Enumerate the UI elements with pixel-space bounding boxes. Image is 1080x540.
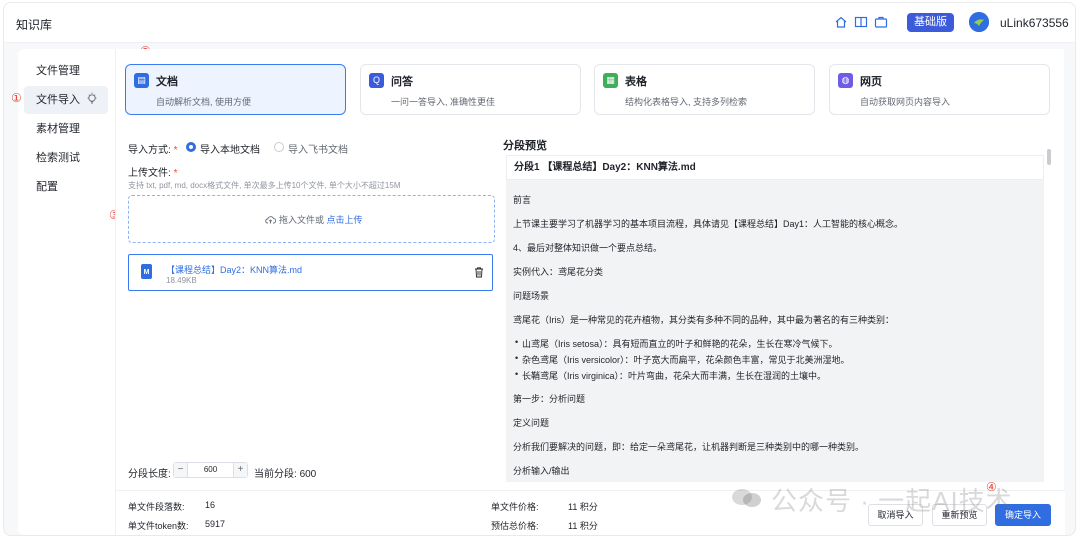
document-icon: ▤ [134, 73, 149, 88]
app-title: 知识库 [16, 18, 53, 32]
top-bar: 知识库 基础版 uLink673556 [4, 3, 1075, 43]
import-type-table-card[interactable]: ▦ 表格 结构化表格导入, 支持多列检索 [594, 64, 815, 115]
table-icon: ▦ [603, 73, 618, 88]
file-size: 18.49KB [166, 276, 197, 285]
upload-label: 上传文件: * [128, 168, 178, 179]
radio-local-label[interactable]: 导入本地文档 [200, 141, 260, 156]
preview-line: 4、最后对整体知识做一个要点总结。 [513, 243, 663, 253]
main-panel: ▤ 文档 自动解析文档, 使用方便 Q 问答 一问一答导入, 准确性更佳 ▦ 表… [115, 49, 1065, 535]
card-desc: 自动解析文档, 使用方便 [156, 97, 252, 107]
segment-header: 分段1 【课程总结】Day2：KNN算法.md [506, 155, 1044, 180]
card-title: 文档 [156, 76, 178, 88]
qa-icon: Q [369, 73, 384, 88]
preview-list-item: 山鸢尾（Iris setosa）：具有短而直立的叶子和鲜艳的花朵，生长在寒冷气候… [515, 337, 838, 350]
token-count-label: 单文件token数: [128, 521, 189, 531]
lightbulb-icon [87, 92, 97, 104]
card-title: 问答 [391, 76, 413, 88]
increment-button[interactable]: + [233, 463, 247, 477]
app-window: 知识库 基础版 uLink673556 文件管理 文件导入 素材管理 检索测试 … [3, 2, 1076, 536]
preview-line: 定义问题 [513, 418, 550, 428]
annotation-4: ④ [986, 480, 997, 494]
sidebar-item-file-management[interactable]: 文件管理 [24, 57, 108, 85]
card-desc: 自动获取网页内容导入 [860, 97, 951, 107]
preview-scrollbar[interactable] [1047, 149, 1051, 165]
total-price-value: 11 积分 [568, 521, 598, 531]
preview-line: 上节课主要学习了机器学习的基本项目流程，具体请见【课程总结】Day1：人工智能的… [513, 219, 904, 229]
home-icon[interactable] [834, 15, 848, 29]
briefcase-icon[interactable] [874, 15, 888, 29]
import-type-qa-card[interactable]: Q 问答 一问一答导入, 准确性更佳 [360, 64, 581, 115]
segment-length-value[interactable]: 600 [188, 463, 233, 477]
segment-preview[interactable]: 分段1 【课程总结】Day2：KNN算法.md 前言 上节课主要学习了机器学习的… [506, 155, 1044, 482]
radio-local-document[interactable] [186, 142, 196, 152]
annotation-1: ① [11, 91, 22, 105]
sidebar-item-file-import[interactable]: 文件导入 [24, 86, 108, 114]
preview-line: 分析我们要解决的问题，即：给定一朵鸢尾花，让机器判断是三种类别中的哪一种类别。 [513, 442, 865, 452]
sidebar-item-config[interactable]: 配置 [24, 173, 108, 201]
click-upload-link[interactable]: 点击上传 [327, 215, 363, 225]
preview-line: 实例代入：鸢尾花分类 [513, 267, 604, 277]
segment-length-stepper[interactable]: − 600 + [173, 462, 248, 478]
card-title: 表格 [625, 76, 647, 88]
sidebar: 文件管理 文件导入 素材管理 检索测试 配置 [18, 49, 115, 535]
preview-list-item: 杂色鸢尾（Iris versicolor）：叶子宽大而扁平，花朵颜色丰富，常见于… [515, 353, 850, 366]
import-method-label: 导入方式: * [128, 145, 178, 156]
radio-feishu-label[interactable]: 导入飞书文档 [288, 141, 348, 156]
preview-line: 问题场景 [513, 291, 550, 301]
preview-line: 分析输入/输出 [513, 466, 570, 476]
trash-icon[interactable] [473, 266, 485, 278]
upload-hint: 支持 txt, pdf, md, docx格式文件, 单次最多上传10个文件, … [128, 181, 401, 190]
segment-length-label: 分段长度: [128, 469, 171, 480]
token-count-value: 5917 [205, 519, 226, 529]
sidebar-item-retrieval-test[interactable]: 检索测试 [24, 144, 108, 172]
preview-line: 前言 [513, 195, 532, 205]
import-type-web-card[interactable]: ◍ 网页 自动获取网页内容导入 [829, 64, 1050, 115]
web-icon: ◍ [838, 73, 853, 88]
card-desc: 一问一答导入, 准确性更佳 [391, 97, 496, 107]
top-icons [834, 15, 888, 29]
dropzone-text: 拖入文件或 点击上传 [265, 213, 363, 226]
segment-count-label: 单文件段落数: [128, 502, 185, 512]
uploaded-file-item[interactable]: M 【课程总结】Day2：KNN算法.md 18.49KB [128, 254, 493, 291]
sidebar-item-label: 文件导入 [36, 94, 80, 106]
username[interactable]: uLink673556 [1000, 16, 1069, 30]
file-price-value: 11 积分 [568, 502, 598, 512]
import-type-document-card[interactable]: ▤ 文档 自动解析文档, 使用方便 [125, 64, 346, 115]
card-desc: 结构化表格导入, 支持多列检索 [625, 97, 748, 107]
file-name: 【课程总结】Day2：KNN算法.md [166, 265, 303, 275]
file-price-label: 单文件价格: [491, 502, 539, 512]
preview-title: 分段预览 [503, 140, 547, 152]
current-segment: 当前分段: 600 [254, 469, 317, 480]
total-price-label: 预估总价格: [491, 521, 539, 531]
preview-line: 鸢尾花（Iris）是一种常见的花卉植物，其分类有多种不同的品种，其中最为著名的有… [513, 315, 894, 325]
preview-list-item: 长鞘鸢尾（Iris virginica）：叶片弯曲，花朵大而丰满，生长在湿润的土… [515, 369, 826, 382]
book-icon[interactable] [854, 15, 868, 29]
preview-line: 第一步：分析问题 [513, 394, 586, 404]
avatar[interactable] [969, 12, 989, 32]
segment-count-value: 16 [205, 500, 216, 510]
sidebar-item-material-management[interactable]: 素材管理 [24, 115, 108, 143]
file-dropzone[interactable]: 拖入文件或 点击上传 [128, 195, 495, 243]
radio-feishu-document[interactable] [274, 142, 284, 152]
bird-icon [969, 12, 989, 32]
markdown-file-icon: M [141, 264, 152, 279]
watermark-text: 公众号 · 一起AI技术 [771, 486, 1013, 516]
wechat-logo [732, 489, 761, 507]
cloud-upload-icon [265, 216, 277, 224]
card-title: 网页 [860, 76, 882, 88]
plan-badge[interactable]: 基础版 [907, 13, 954, 32]
decrement-button[interactable]: − [174, 463, 188, 477]
